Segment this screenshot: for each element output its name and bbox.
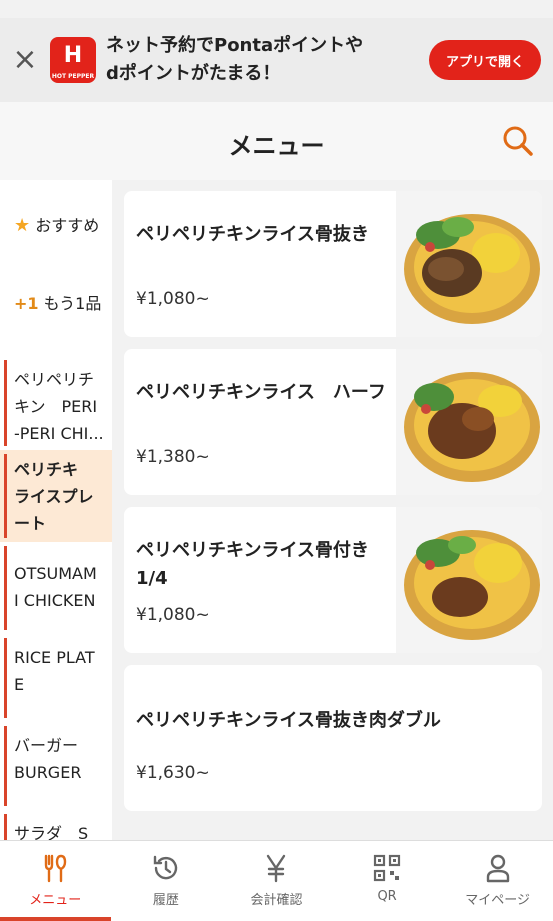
- menu-item-name: ペリペリチキンライス骨付き1/4: [136, 540, 369, 589]
- chicken-plate-image: [404, 530, 540, 640]
- nav-tab-bill[interactable]: 会計確認: [221, 841, 332, 921]
- sidebar-item-salad[interactable]: サラダ S: [0, 810, 112, 840]
- nav-tab-mypage[interactable]: マイページ: [442, 841, 553, 921]
- sidebar-item-peri-peri-chicken[interactable]: ペリペリチ キン PERI -PERI CHI...: [0, 356, 112, 450]
- chicken-plate-image: [404, 372, 540, 482]
- banner-message-line1: ネット予約でPontaポイントや: [106, 35, 364, 56]
- nav-tab-label: QR: [377, 889, 397, 904]
- sidebar-item-label: おすすめ: [35, 216, 100, 235]
- sidebar-item-recommend[interactable]: ★ おすすめ: [0, 180, 112, 268]
- sidebar-item-label-line1: ペリペリチ: [14, 370, 95, 389]
- nav-tab-label: 履歴: [152, 893, 179, 908]
- menu-card[interactable]: ペリペリチキンライス ハーフ ¥1,380~: [124, 349, 542, 495]
- menu-item-price: ¥1,630~: [136, 763, 210, 783]
- search-icon[interactable]: [501, 124, 535, 158]
- nav-tab-history[interactable]: 履歴: [111, 841, 222, 921]
- sidebar-item-label-line3: -PERI CHI...: [14, 424, 104, 443]
- menu-item-name: ペリペリチキンライス骨抜き: [136, 224, 369, 245]
- nav-tab-label: マイページ: [465, 893, 531, 908]
- qr-code-icon: [373, 854, 401, 882]
- sidebar-item-label: もう1品: [43, 294, 102, 313]
- close-banner-button[interactable]: ×: [0, 45, 50, 75]
- menu-item-price: ¥1,080~: [136, 605, 210, 625]
- sidebar-item-label-line2: I CHICKEN: [14, 591, 96, 610]
- sidebar-item-burger[interactable]: バーガー BURGER: [0, 722, 112, 810]
- nav-tab-menu[interactable]: メニュー: [0, 841, 111, 921]
- banner-message: ネット予約でPontaポイントや dポイントがたまる！: [106, 32, 429, 88]
- sidebar-item-label-line2: ライスプレ: [14, 487, 94, 506]
- app-promo-banner: × H HOT PEPPER ネット予約でPontaポイントや dポイントがたま…: [0, 18, 553, 102]
- star-icon: ★: [14, 215, 31, 236]
- open-in-app-button[interactable]: アプリで開く: [429, 40, 541, 80]
- app-icon-subtext: HOT PEPPER: [51, 73, 95, 80]
- page-header: メニュー: [0, 102, 553, 180]
- menu-item-price: ¥1,080~: [136, 289, 210, 309]
- fork-knife-icon: [45, 854, 67, 883]
- nav-tab-label: 会計確認: [250, 893, 303, 908]
- sidebar-item-rice-plate-active[interactable]: ペリチキ ライスプレ ート: [0, 450, 112, 542]
- plus-one-icon: +1: [14, 294, 39, 313]
- person-icon: [486, 854, 509, 883]
- bottom-navigation: メニュー 履歴 会計確認 QR マイページ: [0, 840, 553, 921]
- sidebar-item-label-line2: BURGER: [14, 763, 82, 782]
- sidebar-item-label-line1: サラダ S: [14, 824, 89, 840]
- menu-card[interactable]: ペリペリチキンライス骨付き1/4 ¥1,080~: [124, 507, 542, 653]
- sidebar-item-rice-plate[interactable]: RICE PLAT E: [0, 634, 112, 722]
- hot-pepper-app-icon: H HOT PEPPER: [50, 37, 96, 83]
- nav-tab-label: メニュー: [29, 893, 82, 908]
- banner-message-line2: dポイントがたまる！: [106, 63, 281, 84]
- menu-item-name: ペリペリチキンライス ハーフ: [136, 382, 386, 403]
- sidebar-item-label-line1: ペリチキ: [14, 460, 79, 479]
- page-title: メニュー: [228, 132, 325, 160]
- menu-card[interactable]: ペリペリチキンライス骨抜き肉ダブル ¥1,630~: [124, 665, 542, 811]
- sidebar-item-label-line2: キン PERI: [14, 397, 98, 416]
- menu-item-photo: [396, 191, 542, 337]
- sidebar-item-label-line2: E: [14, 675, 25, 694]
- chicken-plate-image: [404, 214, 540, 324]
- sidebar-item-label-line3: ート: [14, 514, 47, 533]
- sidebar-item-label-line1: OTSUMAM: [14, 564, 97, 583]
- menu-item-photo: [396, 349, 542, 495]
- menu-item-photo: [396, 507, 542, 653]
- nav-tab-qr[interactable]: QR: [332, 841, 443, 921]
- category-sidebar: ★ おすすめ +1 もう1品 ペリペリチ キン PERI -PERI CHI..…: [0, 180, 112, 840]
- app-icon-letter: H: [63, 43, 83, 68]
- menu-item-name: ペリペリチキンライス骨抜き肉ダブル: [136, 710, 441, 731]
- sidebar-item-otsumami-chicken[interactable]: OTSUMAM I CHICKEN: [0, 542, 112, 634]
- yen-icon: [267, 854, 286, 883]
- sidebar-item-one-more[interactable]: +1 もう1品: [0, 268, 112, 356]
- sidebar-item-label-line1: バーガー: [14, 736, 79, 755]
- menu-card[interactable]: ペリペリチキンライス骨抜き ¥1,080~: [124, 191, 542, 337]
- menu-item-price: ¥1,380~: [136, 447, 210, 467]
- sidebar-item-label-line1: RICE PLAT: [14, 648, 95, 667]
- history-icon: [153, 855, 178, 880]
